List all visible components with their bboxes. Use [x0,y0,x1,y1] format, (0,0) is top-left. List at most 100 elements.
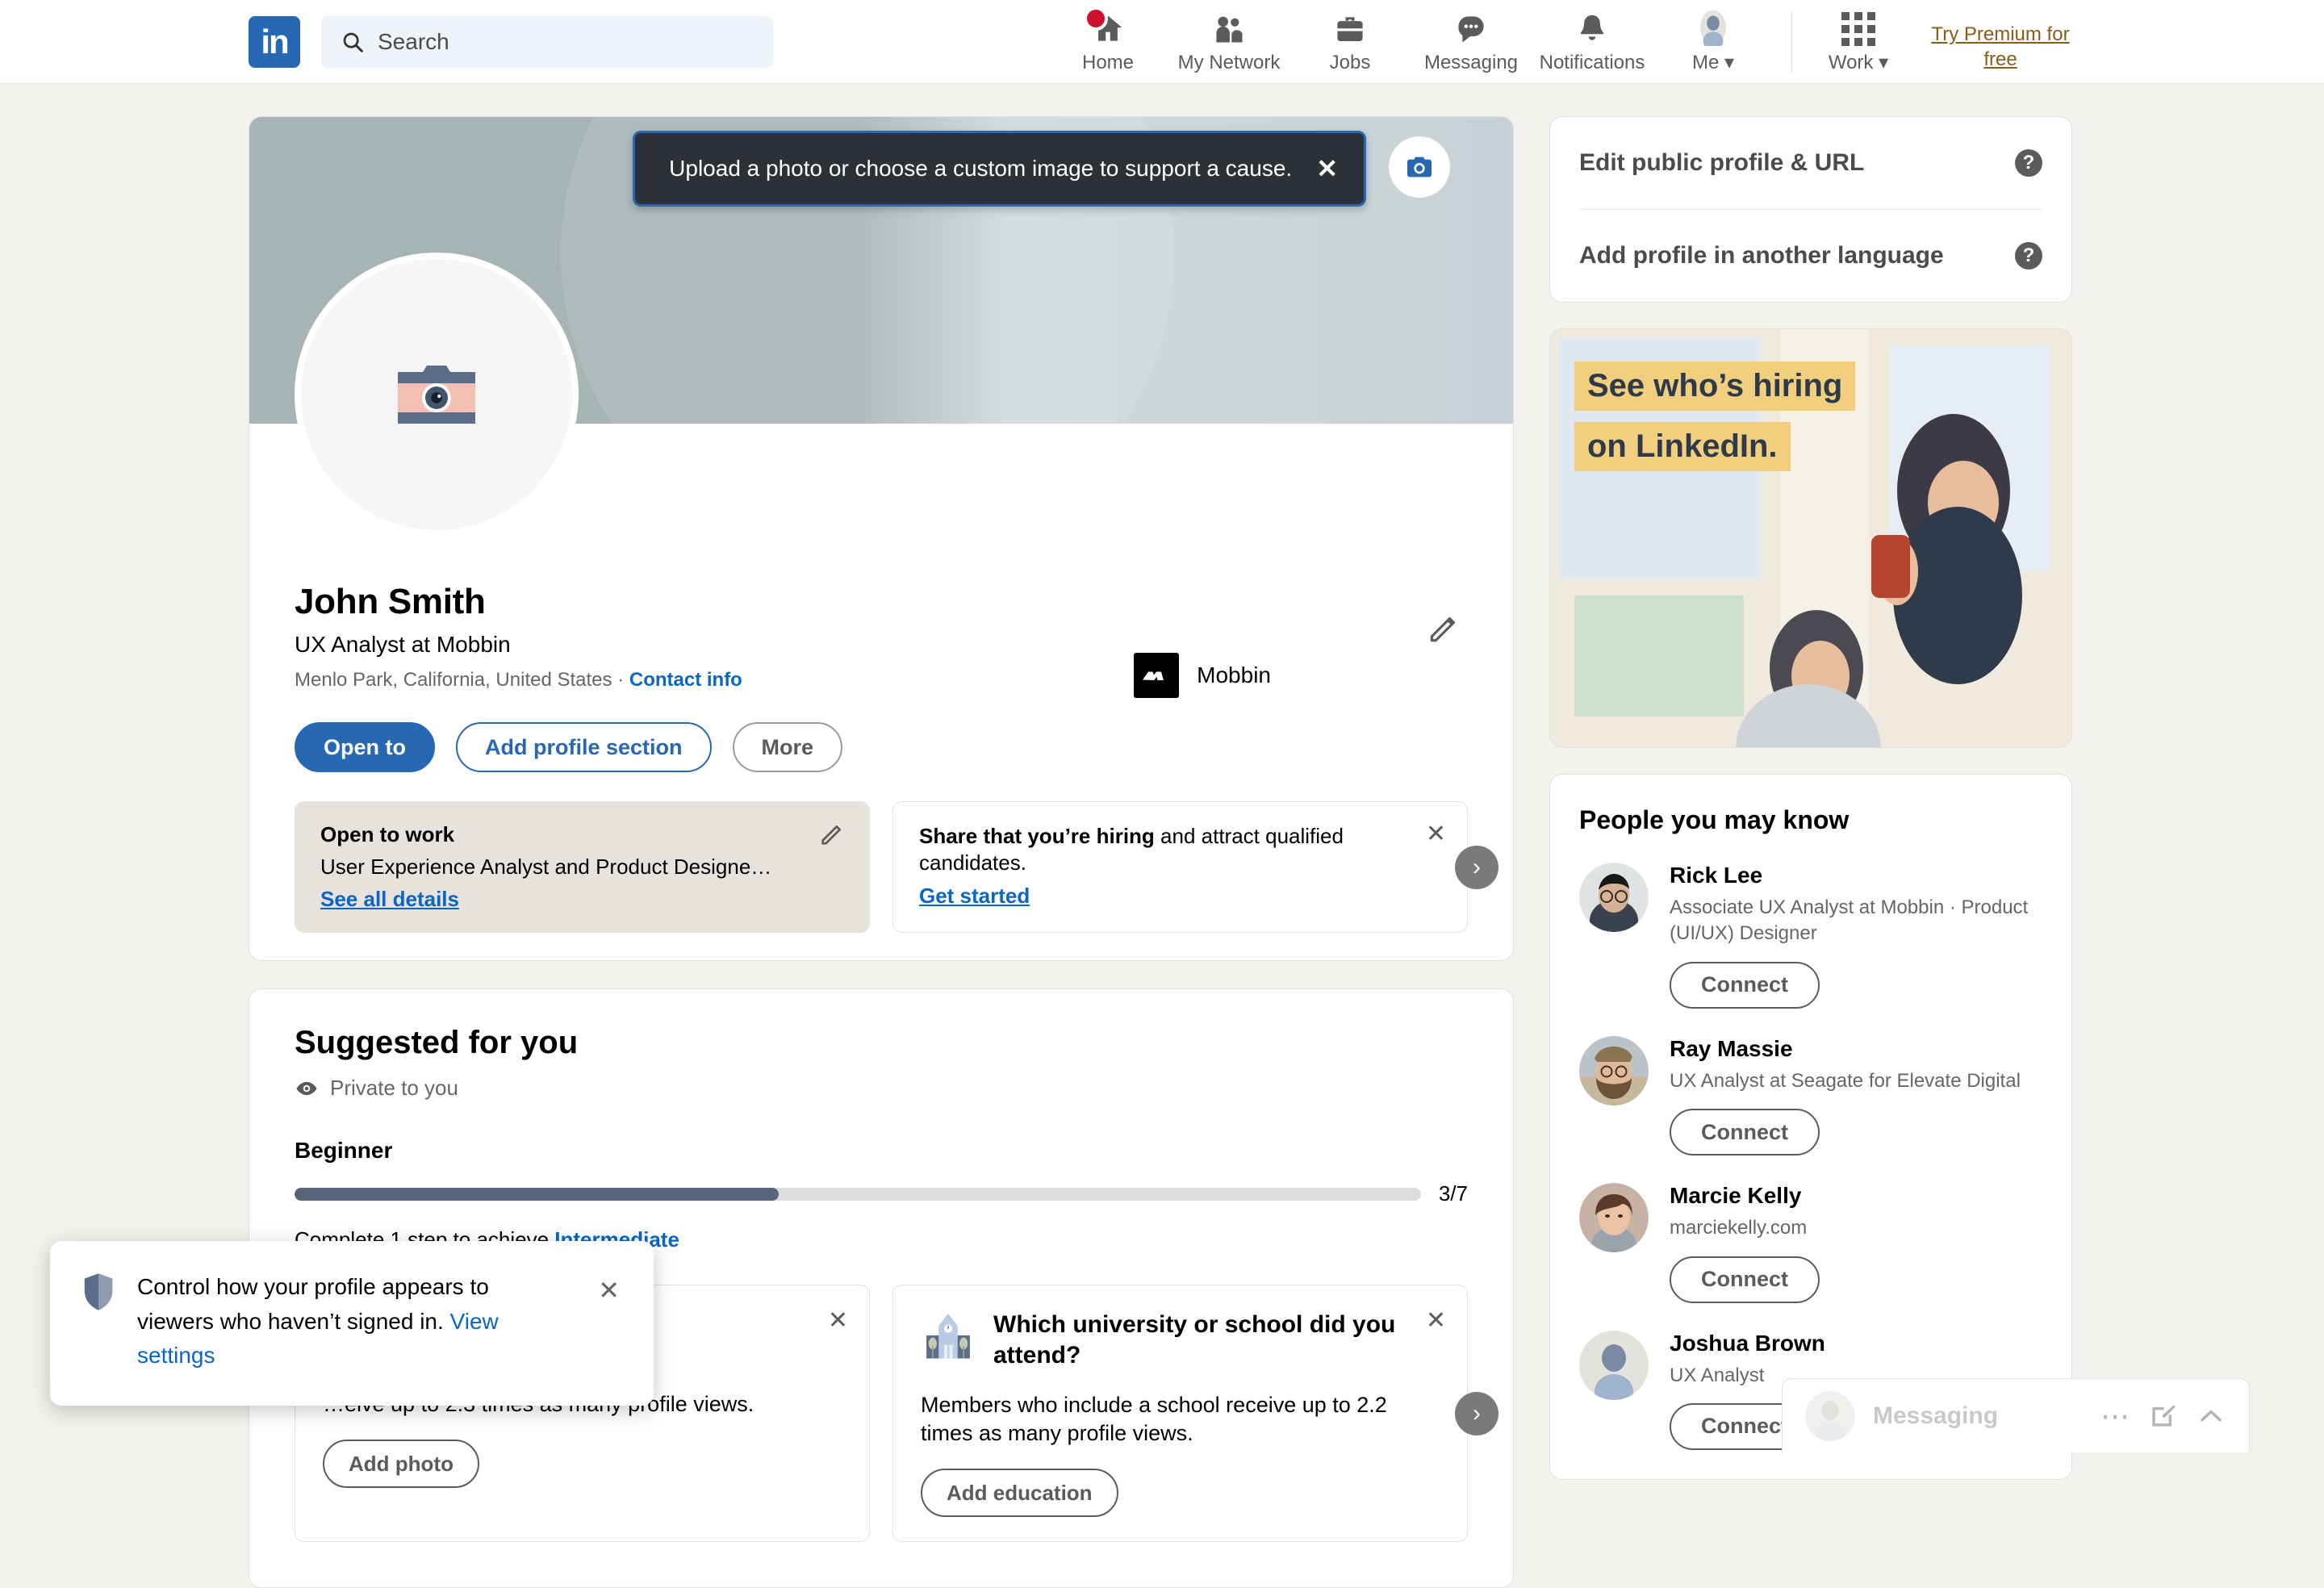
more-button[interactable]: More [732,722,843,772]
nav-item-notifications[interactable]: Notifications [1532,10,1653,84]
profile-promo-carousel: Open to work User Experience Analyst and… [295,801,1498,934]
profile-settings-card: Edit public profile & URL ? Add profile … [1549,116,2072,303]
help-icon[interactable]: ? [2015,242,2042,270]
nav-items-group: Home My Network Jobs Messaging Notificat… [1047,0,2081,84]
close-icon[interactable]: ✕ [598,1275,620,1306]
connect-button[interactable]: Connect [1670,1109,1820,1156]
right-sidebar: Edit public profile & URL ? Add profile … [1549,116,2072,1506]
nav-label-messaging: Messaging [1423,51,1519,73]
avatar-icon [1805,1390,1855,1441]
avatar-default-icon [1579,1330,1649,1400]
contact-info-link[interactable]: Contact info [629,669,742,691]
add-education-button[interactable]: Add education [921,1469,1118,1518]
cover-upload-tooltip: Upload a photo or choose a custom image … [633,131,1366,207]
compose-icon[interactable] [2147,1401,2178,1431]
profile-headline: UX Analyst at Mobbin [295,632,511,657]
nav-label-jobs: Jobs [1329,51,1371,73]
get-started-link[interactable]: Get started [919,884,1030,909]
tooltip-message: Upload a photo or choose a custom image … [669,156,1293,181]
profile-card: Upload a photo or choose a custom image … [249,116,1514,962]
progress-count: 3/7 [1438,1181,1468,1206]
home-icon [1084,6,1127,47]
bell-icon [1574,10,1610,47]
close-icon[interactable]: ✕ [1426,820,1446,848]
person-name: Rick Lee [1670,863,1763,888]
promo-next-button[interactable]: › [1455,845,1498,889]
profile-action-buttons: Open to Add profile section More [295,722,1468,772]
list-item-body: Marcie Kelly marciekelly.com Connect [1670,1183,1820,1303]
linkedin-logo[interactable]: in [249,15,300,68]
nav-left-group: in Search [249,15,773,68]
sidebar-item-edit-public-profile[interactable]: Edit public profile & URL ? [1550,117,2071,209]
add-photo-button[interactable]: Add photo [323,1440,479,1489]
search-icon [343,32,363,52]
connect-button[interactable]: Connect [1670,961,1820,1009]
nav-item-work[interactable]: Work ▾ [1810,9,1907,84]
close-icon[interactable]: ✕ [1316,156,1338,182]
promoted-ad-card[interactable]: See who’s hiring on LinkedIn. [1549,328,2072,748]
avatar-photo [1579,1035,1649,1105]
person-subtitle: UX Analyst at Seagate for Elevate Digita… [1670,1069,2021,1092]
avatar[interactable] [1579,1035,1649,1105]
nav-item-me[interactable]: Me ▾ [1653,9,1774,84]
chat-icon [1452,10,1490,47]
list-item[interactable]: Rick Lee Associate UX Analyst at Mobbin … [1579,863,2042,1009]
avatar-photo [1579,1183,1649,1253]
messaging-dock[interactable]: Messaging ⋯ [1782,1378,2250,1452]
nav-item-jobs[interactable]: Jobs [1289,10,1411,84]
nav-item-my-network[interactable]: My Network [1168,10,1289,84]
nav-label-work: Work ▾ [1828,51,1889,73]
list-item[interactable]: Ray Massie UX Analyst at Seagate for Ele… [1579,1035,2042,1156]
profile-location-row: Menlo Park, California, United States · … [295,669,1468,692]
open-to-work-card[interactable]: Open to work User Experience Analyst and… [295,801,870,934]
chevron-up-icon[interactable] [2196,1401,2226,1431]
list-item-body: Ray Massie UX Analyst at Seagate for Ele… [1670,1035,2021,1156]
privacy-notice-message: Control how your profile appears to view… [137,1274,489,1334]
progress-bar-fill [295,1187,780,1201]
avatar[interactable] [1579,1183,1649,1253]
profile-avatar[interactable] [295,253,579,537]
step-card-education[interactable]: ✕ Which university or school did you att… [892,1285,1468,1543]
nav-item-home[interactable]: Home [1047,6,1168,84]
see-all-details-link[interactable]: See all details [320,887,459,912]
hiring-card[interactable]: ✕ Share that you’re hiring and attract q… [892,801,1468,934]
mobbin-logo-icon [1134,653,1180,698]
nav-label-notifications: Notifications [1539,51,1645,73]
current-company[interactable]: Mobbin [1134,653,1271,698]
school-building-icon [926,1314,970,1359]
person-subtitle: marciekelly.com [1670,1217,1808,1239]
edit-cover-button[interactable] [1389,136,1450,198]
progress-row: 3/7 [295,1181,1468,1206]
avatar-icon [1695,9,1731,46]
company-name-label: Mobbin [1197,662,1271,687]
eye-icon [296,1081,317,1095]
person-name: Marcie Kelly [1670,1183,1802,1209]
close-icon[interactable]: ✕ [1426,1306,1446,1335]
nav-item-messaging[interactable]: Messaging [1411,10,1532,84]
edit-open-to-work-button[interactable] [818,821,846,852]
list-item[interactable]: Marcie Kelly marciekelly.com Connect [1579,1183,2042,1303]
avatar[interactable] [1579,1330,1649,1400]
step-header: Which university or school did you atten… [921,1310,1440,1370]
search-input[interactable]: Search [321,15,773,68]
location-separator: · [617,669,625,691]
private-to-you-label: Private to you [330,1076,458,1101]
sidebar-item-add-language[interactable]: Add profile in another language ? [1550,210,2071,302]
try-premium-link[interactable]: Try Premium for free [1920,23,2081,83]
more-options-icon[interactable]: ⋯ [2100,1399,2130,1433]
ad-headline-line1: See who’s hiring [1574,361,1856,411]
open-to-work-title: Open to work [320,822,455,846]
edit-profile-button[interactable] [1426,611,1461,650]
people-icon [1210,10,1248,47]
grid-icon [1841,9,1875,46]
private-to-you-row: Private to you [295,1076,1468,1101]
help-icon[interactable]: ? [2015,149,2042,177]
avatar[interactable] [1579,863,1649,932]
open-to-button[interactable]: Open to [295,722,435,772]
steps-next-button[interactable]: › [1455,1391,1498,1435]
suggested-title: Suggested for you [295,1025,579,1061]
person-name: Ray Massie [1670,1035,1793,1061]
connect-button[interactable]: Connect [1670,1256,1820,1303]
add-profile-section-button[interactable]: Add profile section [456,722,712,772]
close-icon[interactable]: ✕ [828,1306,848,1335]
